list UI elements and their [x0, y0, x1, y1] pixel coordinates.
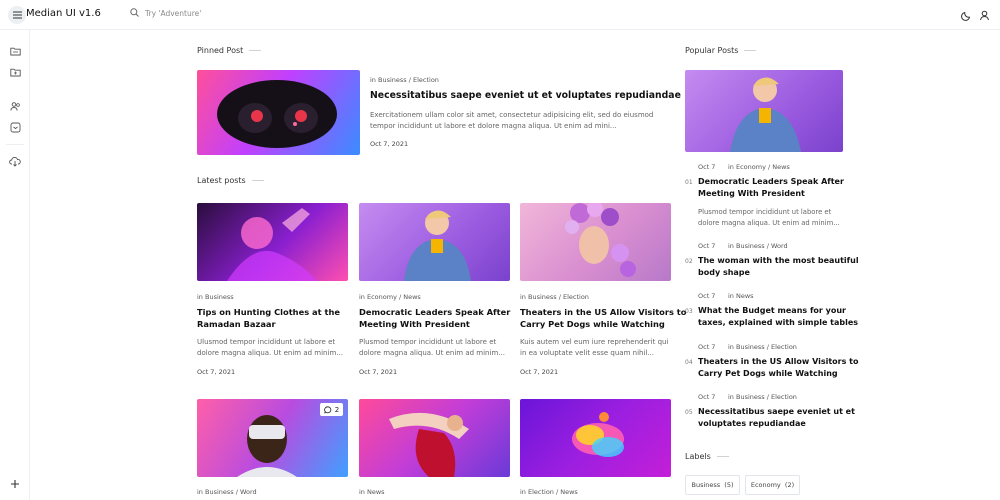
- search-placeholder: Try 'Adventure': [145, 9, 202, 18]
- label-chip-count: (2): [784, 481, 795, 489]
- post-title-line1[interactable]: Democratic Leaders Speak After: [359, 306, 510, 319]
- sidebar-divider: [6, 144, 24, 145]
- menu-icon[interactable]: [8, 6, 26, 24]
- pinned-excerpt-line1: Exercitationem ullam color sit amet, con…: [370, 111, 654, 119]
- latest-section-heading: Latest posts: [197, 176, 264, 185]
- popular-item-title-line2[interactable]: voluptates repudiandae: [698, 418, 806, 431]
- moon-icon[interactable]: [958, 7, 974, 23]
- plus-icon[interactable]: [8, 477, 22, 491]
- popular-item-date: Oct 7: [698, 292, 716, 300]
- popular-item-date: Oct 7: [698, 163, 716, 171]
- post-title-line2[interactable]: Ramadan Bazaar: [197, 318, 276, 331]
- post-image[interactable]: [197, 203, 348, 281]
- post-title-line1[interactable]: Tips on Hunting Clothes at the: [197, 306, 340, 319]
- label-chip-name: Economy: [750, 481, 781, 489]
- search-icon: [130, 8, 139, 19]
- popular-item-category[interactable]: in Business / Word: [728, 242, 788, 250]
- popular-item-number: 02: [685, 258, 693, 265]
- label-chip-name: Business: [691, 481, 721, 489]
- post-category[interactable]: in Economy / News: [359, 293, 421, 301]
- inbox-icon[interactable]: [8, 120, 22, 134]
- post-image[interactable]: [359, 399, 510, 477]
- post-title-line1[interactable]: Theaters in the US Allow Visitors to: [520, 306, 686, 319]
- post-image[interactable]: [520, 203, 671, 281]
- popular-item-category[interactable]: in News: [728, 292, 754, 300]
- popular-item-date: Oct 7: [698, 242, 716, 250]
- popular-item-category[interactable]: in Economy / News: [728, 163, 790, 171]
- popular-item-date: Oct 7: [698, 393, 716, 401]
- popular-item-number: 01: [685, 179, 693, 186]
- post-excerpt-line1: Kuis autem vel eum iure reprehenderit qu…: [520, 338, 669, 346]
- popular-item-title-line1[interactable]: The woman with the most beautiful: [698, 255, 859, 268]
- pinned-category[interactable]: in Business / Election: [370, 76, 439, 84]
- comment-count-badge[interactable]: 2: [320, 403, 343, 416]
- popular-item-date: Oct 7: [698, 343, 716, 351]
- popular-item-title-line1[interactable]: What the Budget means for your: [698, 305, 846, 318]
- user-icon[interactable]: [976, 7, 992, 23]
- post-excerpt-line2: dolore magna aliqua. Ut enim ad minim...: [197, 349, 343, 357]
- post-category[interactable]: in Business: [197, 293, 234, 301]
- popular-item-title-line2[interactable]: body shape: [698, 267, 750, 280]
- users-icon[interactable]: [8, 99, 22, 113]
- labels-section-heading: Labels: [685, 452, 729, 461]
- popular-item-title-line2[interactable]: Meeting With President: [698, 188, 805, 201]
- folder-icon[interactable]: [8, 44, 22, 58]
- post-image[interactable]: [359, 203, 510, 281]
- popular-item-title-line1[interactable]: Necessitatibus saepe eveniet ut et: [698, 406, 855, 419]
- popular-featured-image[interactable]: [685, 70, 843, 152]
- post-date: Oct 7, 2021: [359, 368, 398, 376]
- folder-plus-icon[interactable]: [8, 65, 22, 79]
- popular-item-title-line2[interactable]: taxes, explained with simple tables: [698, 317, 858, 330]
- post-image[interactable]: [520, 399, 671, 477]
- popular-item-number: 05: [685, 409, 693, 416]
- pinned-post-image[interactable]: [197, 70, 360, 155]
- post-excerpt-line1: Ulusmod tempor incididunt ut labore et: [197, 338, 336, 346]
- comment-count: 2: [334, 405, 340, 414]
- app-brand[interactable]: Median UI v1.6: [26, 8, 101, 19]
- popular-item-title-line1[interactable]: Democratic Leaders Speak After: [698, 176, 844, 189]
- popular-item-category[interactable]: in Business / Election: [728, 343, 797, 351]
- popular-item-excerpt-line2: dolore magna aliqua. Ut enim ad minim...: [698, 219, 840, 227]
- popular-item-number: 04: [685, 359, 693, 366]
- popular-item-title-line2[interactable]: Carry Pet Dogs while Watching: [698, 368, 838, 381]
- search-box[interactable]: Try 'Adventure': [130, 8, 201, 19]
- popular-item-excerpt-line1: Plusmod tempor incididunt ut labore et: [698, 208, 832, 216]
- popular-section-heading: Popular Posts: [685, 46, 757, 55]
- post-excerpt-line1: Plusmod tempor incididunt ut labore et: [359, 338, 497, 346]
- popular-heading-text: Popular Posts: [685, 46, 739, 55]
- pinned-heading-text: Pinned Post: [197, 46, 244, 55]
- cloud-download-icon[interactable]: [8, 154, 22, 168]
- popular-item-category[interactable]: in Business / Election: [728, 393, 797, 401]
- latest-heading-text: Latest posts: [197, 176, 246, 185]
- top-bar: Median UI v1.6 Try 'Adventure': [0, 0, 1000, 30]
- labels-heading-text: Labels: [685, 452, 711, 461]
- post-date: Oct 7, 2021: [520, 368, 559, 376]
- pinned-title[interactable]: Necessitatibus saepe eveniet ut et volup…: [370, 90, 681, 103]
- pinned-date: Oct 7, 2021: [370, 140, 409, 148]
- label-chip-business[interactable]: Business (5): [685, 475, 740, 495]
- pinned-section-heading: Pinned Post: [197, 46, 262, 55]
- comment-icon: [324, 405, 331, 414]
- post-excerpt-line2: dolore magna aliqua. Ut enim ad minim...: [359, 349, 505, 357]
- label-chip-economy[interactable]: Economy (2): [745, 475, 800, 495]
- popular-item-number: 03: [685, 308, 693, 315]
- post-category[interactable]: in Business / Election: [520, 293, 589, 301]
- post-category[interactable]: in Business / Word: [197, 488, 257, 496]
- post-date: Oct 7, 2021: [197, 368, 236, 376]
- post-category[interactable]: in News: [359, 488, 385, 496]
- post-title-line2[interactable]: Carry Pet Dogs while Watching: [520, 318, 665, 331]
- post-excerpt-line2: in ea voluptate velit esse quam nihil...: [520, 349, 655, 357]
- label-chip-count: (5): [724, 481, 734, 489]
- post-category[interactable]: in Election / News: [520, 488, 578, 496]
- pinned-excerpt-line2: tempor incididunt ut labore et dolore ma…: [370, 122, 617, 130]
- popular-item-title-line1[interactable]: Theaters in the US Allow Visitors to: [698, 356, 859, 369]
- post-title-line2[interactable]: Meeting With President: [359, 318, 470, 331]
- left-sidebar: [0, 30, 30, 500]
